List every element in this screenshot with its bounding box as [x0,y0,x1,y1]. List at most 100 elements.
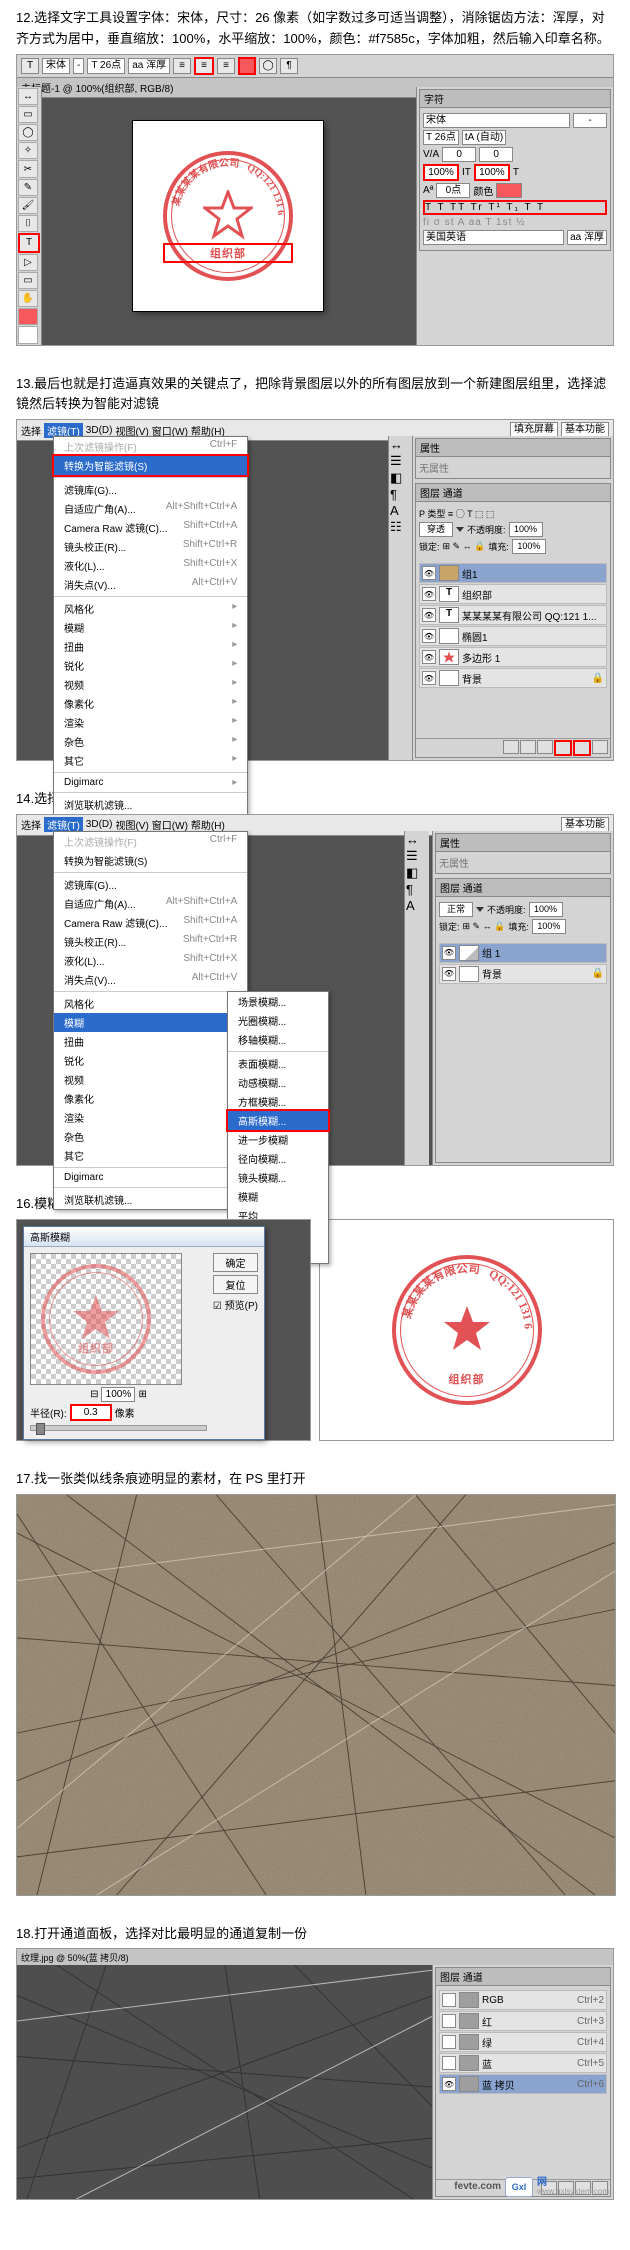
menu-item[interactable]: 浏览联机滤镜... [54,1190,247,1209]
menu-item[interactable]: 其它▸ [54,751,247,770]
menu-item[interactable]: 液化(L)...Shift+Ctrl+X [54,556,247,575]
visibility-icon[interactable]: 👁 [422,629,436,643]
blend-mode[interactable]: 正常 [439,902,473,917]
visibility-icon[interactable] [442,2056,456,2070]
font-size-select[interactable]: T 26点 [87,58,125,74]
menu-item[interactable]: 扭曲▸ [54,1032,247,1051]
visibility-icon[interactable] [442,1993,456,2007]
marquee-tool-icon[interactable]: ▭ [18,106,38,123]
layer-row[interactable]: 👁组1 [419,563,607,583]
layer-row[interactable]: 👁多边形 1 [419,647,607,667]
menu-item[interactable]: 转换为智能滤镜(S) [54,851,247,870]
menu-item[interactable]: 视频▸ [54,675,247,694]
brush-tool-icon[interactable]: 🖌 [18,197,38,214]
lasso-tool-icon[interactable]: ◯ [18,124,38,141]
eyedropper-tool-icon[interactable]: ✎ [18,179,38,196]
preview-zoom[interactable]: 100% [101,1387,135,1402]
menu-item[interactable]: 锐化▸ [54,1051,247,1070]
fill-input[interactable]: 100% [512,539,546,554]
char-vscale[interactable]: 100% [423,164,459,181]
layer-row[interactable]: 👁椭圆1 [419,626,607,646]
channel-row[interactable]: 红Ctrl+3 [439,2011,607,2031]
doc-tab[interactable]: 纹理.jpg @ 50%(蓝 拷贝/8) [21,1951,129,1964]
move-tool-icon[interactable]: ↔ [18,88,38,105]
menu-item[interactable]: 视频▸ [54,1070,247,1089]
menu-item[interactable]: 移轴模糊... [228,1030,328,1049]
menu-item[interactable]: 方框模糊... [228,1092,328,1111]
visibility-icon[interactable]: 👁 [422,587,436,601]
char-opentype-row[interactable]: fi σ st A aa T 1st ½ [423,217,607,228]
path-tool-icon[interactable]: ▷ [18,254,38,271]
icon-a[interactable]: ↔ [390,437,412,452]
group-icon[interactable] [554,740,572,756]
visibility-icon[interactable]: 👁 [422,608,436,622]
menu-item[interactable]: 上次滤镜操作(F)Ctrl+F [54,437,247,456]
menu-item[interactable]: 模糊▸ [54,1013,247,1032]
align-center-icon[interactable]: ≡ [194,57,214,75]
channel-row[interactable]: 👁蓝 拷贝Ctrl+6 [439,2074,607,2094]
align-left-icon[interactable]: ≡ [173,58,191,74]
menu-item[interactable]: Digimarc▸ [54,775,247,790]
foreground-color-swatch[interactable] [18,308,38,325]
opacity-input[interactable]: 100% [509,522,543,537]
char-size[interactable]: T 26点 [423,130,459,145]
font-family-select[interactable]: 宋体 [42,58,70,74]
menu-item[interactable]: 消失点(V)...Alt+Ctrl+V [54,970,247,989]
menu-item[interactable]: 像素化▸ [54,1089,247,1108]
menu-item[interactable]: 消失点(V)...Alt+Ctrl+V [54,575,247,594]
visibility-icon[interactable]: 👁 [442,946,456,960]
menu-item[interactable]: 像素化▸ [54,694,247,713]
menu-item[interactable]: 模糊 [228,1187,328,1206]
visibility-icon[interactable]: 👁 [442,967,456,981]
menu-item[interactable]: 自适应广角(A)...Alt+Shift+Ctrl+A [54,894,247,913]
menu-item[interactable]: 渲染▸ [54,1108,247,1127]
layer-row[interactable]: 👁背景🔒 [439,964,607,984]
menu-item[interactable]: 径向模糊... [228,1149,328,1168]
opacity-input[interactable]: 100% [529,902,563,917]
hand-tool-icon[interactable]: ✋ [18,290,38,307]
char-hscale[interactable]: 100% [474,164,510,181]
layer-row[interactable]: 👁T组织部 [419,584,607,604]
menu-item[interactable]: 镜头校正(R)...Shift+Ctrl+R [54,537,247,556]
menu-item[interactable]: 上次滤镜操作(F)Ctrl+F [54,832,247,851]
menu-item[interactable]: Digimarc▸ [54,1170,247,1185]
channel-row[interactable]: 绿Ctrl+4 [439,2032,607,2052]
menu-item[interactable]: 其它▸ [54,1146,247,1165]
menu-select[interactable]: 选择 [21,817,41,832]
char-lang[interactable]: 美国英语 [423,230,564,245]
icon-f[interactable]: ☷ [390,519,412,535]
icon-d[interactable]: ¶ [406,882,428,897]
type-tool-icon[interactable]: T [21,58,39,74]
layer-kind-row[interactable]: P 类型 ≡ ◯ T ⬚ ⬚ [419,507,607,520]
antialias-select[interactable]: aa 浑厚 [128,58,170,74]
visibility-icon[interactable]: 👁 [422,671,436,685]
ok-button[interactable]: 确定 [213,1253,258,1272]
new-layer-icon[interactable] [573,740,591,756]
fx-icon[interactable] [520,740,536,754]
fill-input[interactable]: 100% [532,919,566,934]
menu-item[interactable]: 浏览联机滤镜... [54,795,247,814]
menu-select[interactable]: 选择 [21,423,41,438]
visibility-icon[interactable] [442,2035,456,2049]
icon-c[interactable]: ◧ [390,470,412,486]
layer-row[interactable]: 👁T某某某某有限公司 QQ:121 1... [419,605,607,625]
layer-row[interactable]: 👁组 1 [439,943,607,963]
chevron-down-icon[interactable] [456,527,464,532]
char-aa[interactable]: aa 浑厚 [567,230,607,245]
layers-tabs[interactable]: 图层 通道 [436,879,610,897]
char-style-row[interactable]: T T TT Tr T¹ T₁ T T [423,200,607,215]
char-baseline[interactable]: 0点 [436,183,470,198]
warp-text-icon[interactable]: ◯ [259,58,277,74]
crop-tool-icon[interactable]: ✂ [18,160,38,177]
menu-item[interactable]: 滤镜库(G)... [54,480,247,499]
menu-item[interactable]: Camera Raw 滤镜(C)...Shift+Ctrl+A [54,518,247,537]
menu-item[interactable]: 风格化▸ [54,994,247,1013]
icon-c[interactable]: ◧ [406,865,428,881]
char-leading[interactable]: tA (自动) [462,130,506,145]
visibility-icon[interactable]: 👁 [442,2077,456,2091]
channel-row[interactable]: 蓝Ctrl+5 [439,2053,607,2073]
icon-e[interactable]: A [390,503,412,518]
menu-item[interactable]: 光圈模糊... [228,1011,328,1030]
menu-3d[interactable]: 3D(D) [86,425,113,436]
icon-a[interactable]: ↔ [406,832,428,847]
